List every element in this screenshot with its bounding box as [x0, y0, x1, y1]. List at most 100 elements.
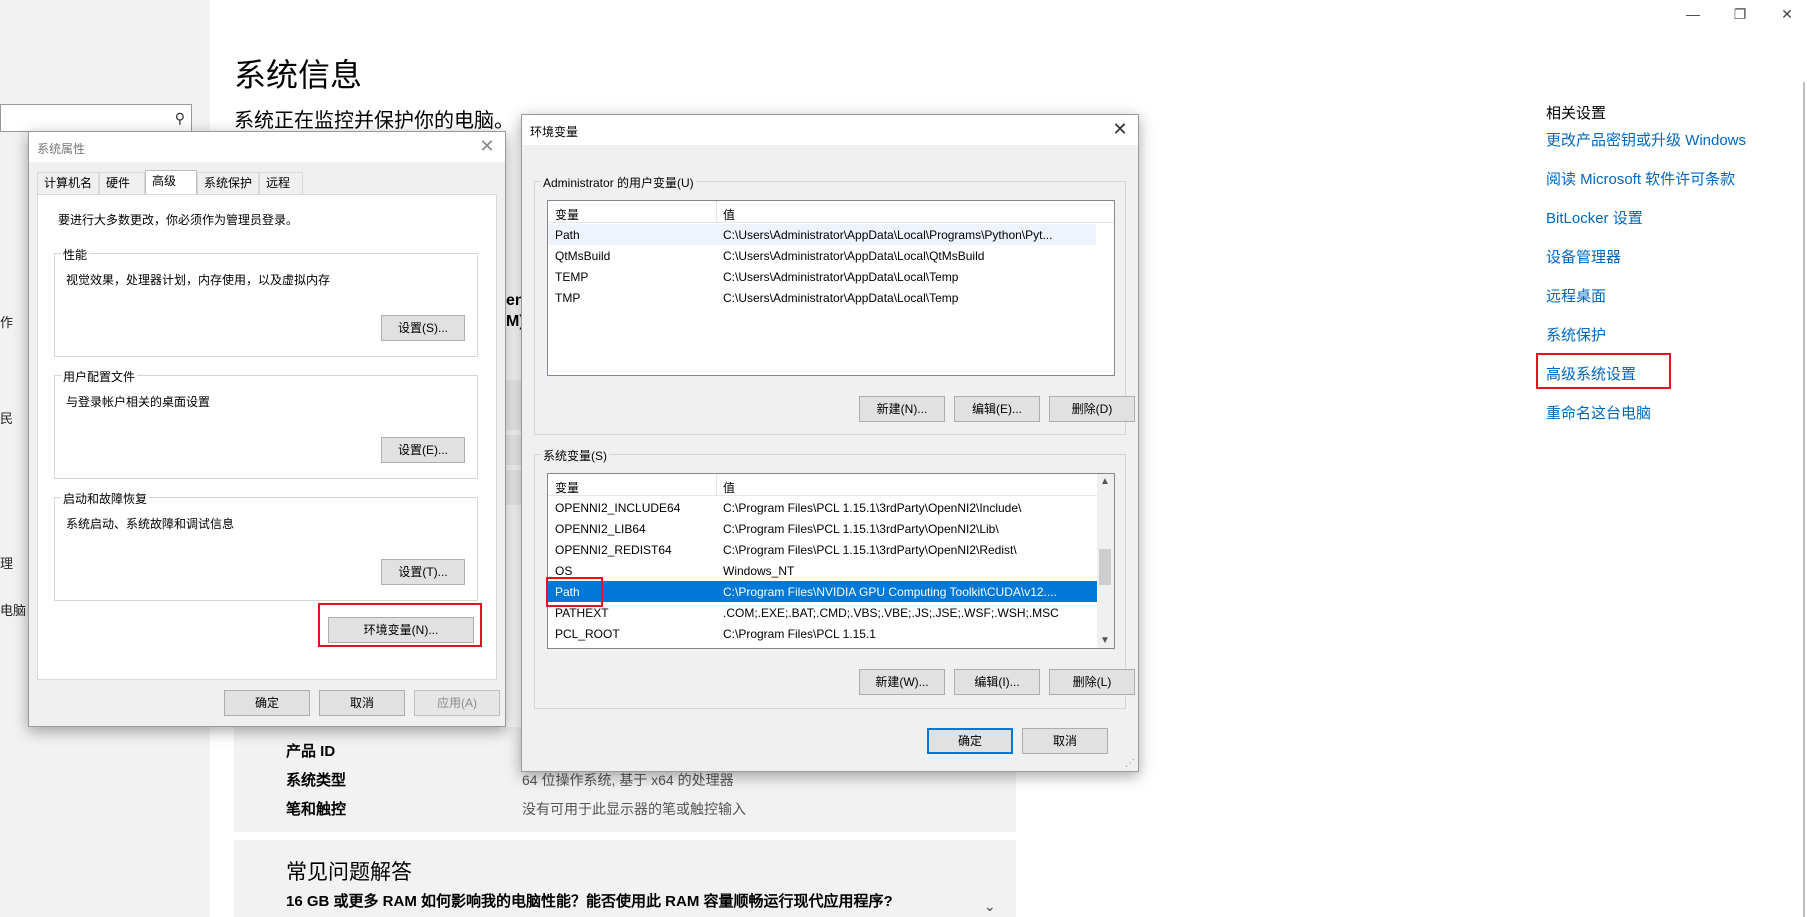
page-title: 系统信息 [234, 57, 363, 93]
link-remote-desktop[interactable]: 远程桌面 [1546, 285, 1606, 306]
tab-advanced[interactable]: 高级 [145, 170, 197, 195]
close-icon[interactable]: ✕ [1110, 119, 1130, 140]
spec-label: 笔和触控 [286, 801, 347, 818]
highlight-box [318, 603, 482, 647]
ok-button[interactable]: 确定 [224, 690, 310, 716]
link-bitlocker[interactable]: BitLocker 设置 [1546, 207, 1643, 228]
table-row[interactable]: PATHEXT .COM;.EXE;.BAT;.CMD;.VBS;.VBE;.J… [548, 602, 1098, 623]
table-row[interactable]: Path C:\Users\Administrator\AppData\Loca… [548, 224, 1096, 245]
chevron-down-icon[interactable]: ⌄ [984, 898, 996, 915]
settings-search-box[interactable]: ⚲ [0, 104, 192, 132]
page-scrollbar[interactable] [1803, 82, 1805, 917]
user-profiles-group: 用户配置文件 与登录帐户相关的桌面设置 设置(E)... [54, 368, 478, 479]
variable-name: PATHEXT [555, 606, 609, 620]
column-separator[interactable] [716, 201, 717, 223]
column-header-value[interactable]: 值 [723, 206, 735, 223]
system-edit-button[interactable]: 编辑(I)... [954, 669, 1040, 695]
tab-computer-name[interactable]: 计算机名 [37, 172, 99, 194]
column-header-variable[interactable]: 变量 [555, 206, 579, 223]
left-nav-fragment[interactable]: 电脑 [0, 600, 26, 619]
table-row[interactable]: OPENNI2_LIB64 C:\Program Files\PCL 1.15.… [548, 518, 1098, 539]
admin-note: 要进行大多数更改，你必须作为管理员登录。 [58, 213, 299, 227]
variable-name: OPENNI2_REDIST64 [555, 543, 672, 557]
minimize-button[interactable]: — [1678, 6, 1708, 22]
startup-recovery-settings-button[interactable]: 设置(T)... [381, 559, 465, 585]
variable-value: C:\Users\Administrator\AppData\Local\Pro… [723, 228, 1053, 242]
group-description: 系统启动、系统故障和调试信息 [66, 517, 235, 531]
user-edit-button[interactable]: 编辑(E)... [954, 396, 1040, 422]
restore-button[interactable]: ❐ [1725, 6, 1755, 23]
window-close-button[interactable]: ✕ [1772, 6, 1802, 23]
variable-name: TMP [555, 291, 581, 305]
variable-value: .COM;.EXE;.BAT;.CMD;.VBS;.VBE;.JS;.JSE;.… [723, 606, 1059, 620]
variable-value: C:\Program Files\PCL 1.15.1\3rdParty\Ope… [723, 522, 999, 536]
variable-value: C:\Users\Administrator\AppData\Local\Tem… [723, 270, 959, 284]
group-legend: 启动和故障恢复 [61, 490, 150, 507]
list-header: 变量 值 [548, 201, 1114, 223]
cancel-button[interactable]: 取消 [319, 690, 405, 716]
cancel-button[interactable]: 取消 [1022, 728, 1108, 754]
table-row[interactable]: OPENNI2_REDIST64 C:\Program Files\PCL 1.… [548, 539, 1098, 560]
table-row[interactable]: OS Windows_NT [548, 560, 1098, 581]
variable-name: TEMP [555, 270, 589, 284]
group-description: 视觉效果，处理器计划，内存使用，以及虚拟内存 [66, 273, 331, 287]
variable-value: C:\Program Files\PCL 1.15.1\3rdParty\Ope… [723, 543, 1017, 557]
page-subtitle: 系统正在监控并保护你的电脑。 [234, 110, 514, 132]
left-nav-fragment[interactable]: 作 [0, 312, 13, 331]
scroll-down-arrow-icon[interactable]: ▼ [1100, 635, 1110, 646]
tab-remote[interactable]: 远程 [259, 172, 303, 194]
close-icon[interactable]: ✕ [477, 136, 497, 157]
link-rename-pc[interactable]: 重命名这台电脑 [1546, 402, 1651, 423]
variable-value: C:\Program Files\PCL 1.15.1 [723, 627, 876, 641]
link-system-protection[interactable]: 系统保护 [1546, 324, 1606, 345]
link-change-product-key[interactable]: 更改产品密钥或升级 Windows [1546, 129, 1746, 150]
table-row-selected[interactable]: Path C:\Program Files\NVIDIA GPU Computi… [548, 581, 1098, 602]
left-nav-fragment[interactable]: 民 [0, 408, 13, 427]
startup-recovery-group: 启动和故障恢复 系统启动、系统故障和调试信息 设置(T)... [54, 490, 478, 601]
link-license-terms[interactable]: 阅读 Microsoft 软件许可条款 [1546, 168, 1735, 189]
spec-value: 没有可用于此显示器的笔或触控输入 [522, 801, 746, 817]
table-row[interactable]: TMP C:\Users\Administrator\AppData\Local… [548, 287, 1096, 308]
resize-grip-icon[interactable]: ⋰ [1125, 758, 1135, 769]
column-header-variable[interactable]: 变量 [555, 479, 579, 496]
faq-question[interactable]: 16 GB 或更多 RAM 如何影响我的电脑性能？能否使用此 RAM 容量顺畅运… [286, 890, 893, 911]
group-legend: Administrator 的用户变量(U) [541, 174, 696, 191]
table-row[interactable]: TEMP C:\Users\Administrator\AppData\Loca… [548, 266, 1096, 287]
variable-value: C:\Program Files\PCL 1.15.1\3rdParty\Ope… [723, 501, 1022, 515]
tab-system-protection[interactable]: 系统保护 [197, 172, 259, 194]
spec-label: 系统类型 [286, 772, 347, 789]
user-new-button[interactable]: 新建(N)... [859, 396, 945, 422]
user-profiles-settings-button[interactable]: 设置(E)... [381, 437, 465, 463]
group-legend: 系统变量(S) [541, 447, 609, 464]
faq-title: 常见问题解答 [286, 861, 412, 884]
highlight-box [1536, 353, 1671, 389]
performance-settings-button[interactable]: 设置(S)... [381, 315, 465, 341]
ok-button[interactable]: 确定 [927, 728, 1013, 754]
vertical-scrollbar[interactable]: ▲ ▼ [1097, 474, 1114, 648]
left-nav-fragment[interactable]: 理 [0, 553, 13, 572]
tab-hardware[interactable]: 硬件 [99, 172, 145, 194]
system-new-button[interactable]: 新建(W)... [859, 669, 945, 695]
table-row[interactable]: OPENNI2_INCLUDE64 C:\Program Files\PCL 1… [548, 497, 1098, 518]
scroll-thumb[interactable] [1099, 549, 1111, 585]
column-header-value[interactable]: 值 [723, 479, 735, 496]
table-row[interactable]: PCL_ROOT C:\Program Files\PCL 1.15.1 [548, 623, 1098, 644]
dialog-title: 系统属性 [37, 142, 86, 156]
performance-group: 性能 视觉效果，处理器计划，内存使用，以及虚拟内存 设置(S)... [54, 246, 478, 357]
variable-name: OS [555, 564, 573, 578]
scroll-up-arrow-icon[interactable]: ▲ [1100, 476, 1110, 487]
apply-button[interactable]: 应用(A) [414, 690, 500, 716]
variable-value: C:\Program Files\NVIDIA GPU Computing To… [723, 585, 1057, 599]
column-separator[interactable] [716, 474, 717, 496]
system-variables-list[interactable]: 变量 值 OPENNI2_INCLUDE64 C:\Program Files\… [547, 473, 1115, 649]
link-device-manager[interactable]: 设备管理器 [1546, 246, 1621, 267]
user-variables-list[interactable]: 变量 值 Path C:\Users\Administrator\AppData… [547, 200, 1115, 376]
variable-name: OPENNI2_INCLUDE64 [555, 501, 681, 515]
user-delete-button[interactable]: 删除(D) [1049, 396, 1135, 422]
group-description: 与登录帐户相关的桌面设置 [66, 395, 211, 409]
variable-value: C:\Users\Administrator\AppData\Local\Tem… [723, 291, 959, 305]
system-delete-button[interactable]: 删除(L) [1049, 669, 1135, 695]
dialog-title: 环境变量 [530, 125, 579, 139]
table-row[interactable]: QtMsBuild C:\Users\Administrator\AppData… [548, 245, 1096, 266]
related-settings-title: 相关设置 [1546, 105, 1607, 122]
